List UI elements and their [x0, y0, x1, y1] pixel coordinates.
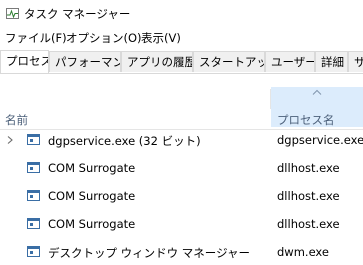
- menu-bar: ファイル(F) オプション(O) 表示(V): [0, 28, 363, 48]
- title-bar: タスク マネージャー: [0, 0, 363, 26]
- column-separator[interactable]: [270, 89, 271, 109]
- window-title: タスク マネージャー: [24, 7, 131, 21]
- menu-options[interactable]: オプション(O): [66, 30, 142, 46]
- tab-users[interactable]: ユーザー: [265, 51, 315, 72]
- table-row[interactable]: COM Surrogate dllhost.exe: [0, 186, 363, 208]
- menu-file[interactable]: ファイル(F): [5, 30, 67, 46]
- table-row[interactable]: COM Surrogate dllhost.exe: [0, 158, 363, 180]
- table-row[interactable]: COM Surrogate dllhost.exe: [0, 214, 363, 236]
- process-name-cell: COM Surrogate: [48, 189, 136, 203]
- tab-performance[interactable]: パフォーマンス: [49, 51, 121, 72]
- table-row[interactable]: dgpservice.exe (32 ビット) dgpservice.exe: [0, 130, 363, 152]
- process-exe-cell: dllhost.exe: [277, 217, 340, 231]
- process-window-icon: [27, 134, 40, 145]
- tab-startup[interactable]: スタートアップ: [193, 51, 265, 72]
- tab-processes[interactable]: プロセス: [0, 50, 49, 73]
- tab-details[interactable]: 詳細: [315, 51, 348, 72]
- task-manager-icon: [6, 8, 19, 19]
- process-exe-cell: dllhost.exe: [277, 161, 340, 175]
- process-exe-cell: dllhost.exe: [277, 189, 340, 203]
- table-row[interactable]: デスクトップ ウィンドウ マネージャー dwm.exe: [0, 242, 363, 264]
- process-exe-cell: dgpservice.exe: [277, 133, 363, 147]
- menu-view[interactable]: 表示(V): [141, 30, 181, 46]
- process-name-cell: COM Surrogate: [48, 217, 136, 231]
- chevron-up-icon: [312, 89, 322, 95]
- process-name-cell: デスクトップ ウィンドウ マネージャー: [48, 246, 251, 260]
- process-window-icon: [27, 246, 40, 257]
- column-header-process-name[interactable]: プロセス名: [277, 112, 335, 128]
- process-window-icon: [27, 162, 40, 173]
- process-exe-cell: dwm.exe: [277, 245, 329, 259]
- chevron-right-icon[interactable]: [6, 135, 14, 145]
- process-window-icon: [27, 190, 40, 201]
- process-name-cell: dgpservice.exe (32 ビット): [48, 134, 201, 148]
- tab-app-history[interactable]: アプリの履歴: [121, 51, 193, 72]
- process-name-cell: COM Surrogate: [48, 161, 136, 175]
- tab-services[interactable]: サ: [348, 51, 363, 72]
- tab-strip: プロセス パフォーマンス アプリの履歴 スタートアップ ユーザー 詳細 サ: [0, 50, 363, 74]
- process-list: 名前 プロセス名 dgpservice.exe (32 ビット) dgpserv…: [0, 74, 363, 265]
- column-header-name[interactable]: 名前: [5, 112, 28, 128]
- process-window-icon: [27, 218, 40, 229]
